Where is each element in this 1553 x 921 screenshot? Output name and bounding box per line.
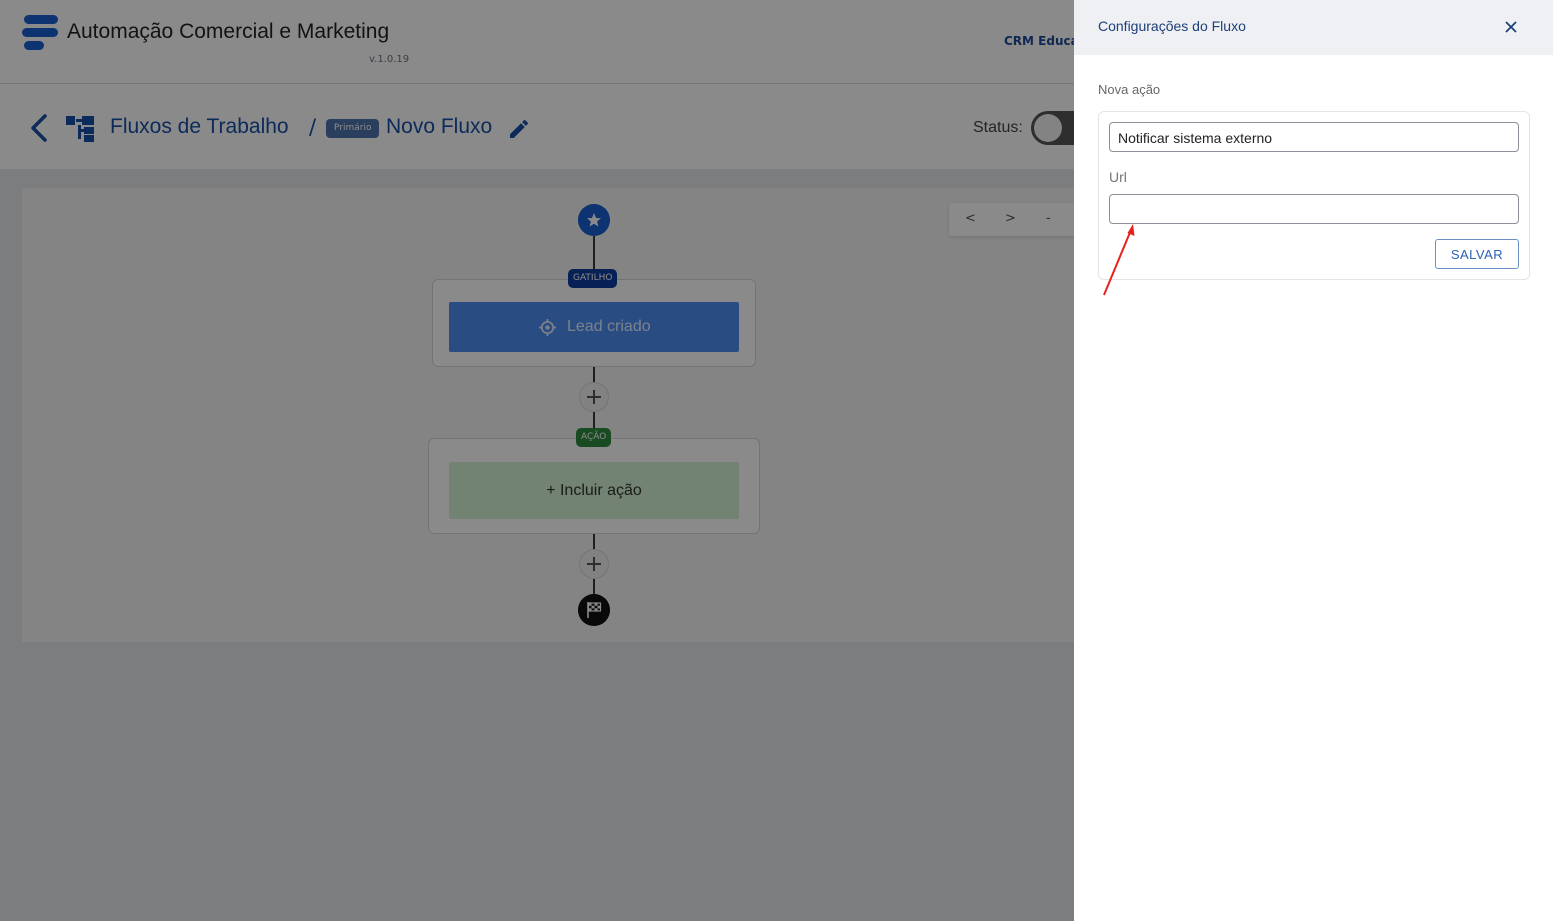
url-label: Url xyxy=(1109,169,1127,185)
action-type-select[interactable]: Notificar sistema externo xyxy=(1109,122,1519,152)
new-action-label: Nova ação xyxy=(1098,82,1161,97)
drawer-header: Configurações do Fluxo xyxy=(1074,0,1553,55)
url-input[interactable] xyxy=(1109,194,1519,224)
close-icon[interactable] xyxy=(1503,19,1519,35)
save-button[interactable]: SALVAR xyxy=(1435,239,1519,269)
drawer-title: Configurações do Fluxo xyxy=(1098,18,1246,34)
